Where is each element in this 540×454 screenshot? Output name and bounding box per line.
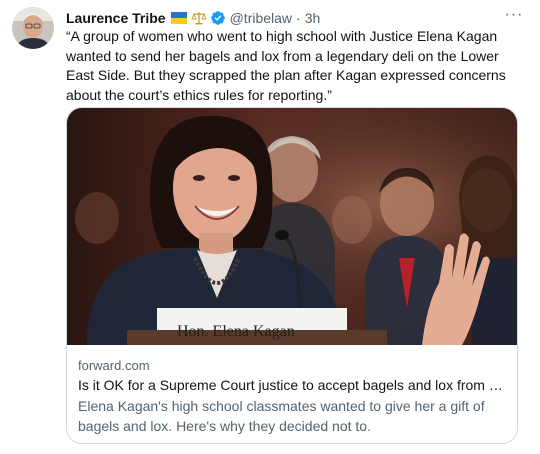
- ukraine-flag-icon: [170, 12, 187, 24]
- tweet-text: “A group of women who went to high schoo…: [66, 28, 506, 103]
- tweet-timestamp[interactable]: 3h: [305, 10, 321, 26]
- author-handle[interactable]: @tribelaw: [230, 10, 292, 26]
- avatar[interactable]: [12, 7, 54, 49]
- link-card-meta: forward.com Is it OK for a Supreme Court…: [78, 357, 507, 436]
- link-headline[interactable]: Is it OK for a Supreme Court justice to …: [78, 375, 507, 395]
- tweet-header: Laurence Tribe @tribelaw · 3h ···: [66, 6, 526, 28]
- avatar-photo: [12, 7, 54, 49]
- scales-of-justice-icon: [190, 12, 207, 25]
- more-icon[interactable]: ···: [502, 6, 526, 28]
- nameplate-text: Hon. Elena Kagan: [177, 323, 295, 340]
- link-card[interactable]: Hon. Elena Kagan forward.com Is it OK fo…: [66, 107, 518, 444]
- link-description: Elena Kagan's high school classmates wan…: [78, 398, 485, 434]
- link-domain: forward.com: [78, 358, 150, 373]
- link-card-image: Hon. Elena Kagan: [67, 108, 517, 345]
- separator-dot: ·: [296, 10, 301, 26]
- author-name[interactable]: Laurence Tribe: [66, 10, 166, 26]
- verified-badge-icon: [210, 11, 225, 25]
- tweet[interactable]: Laurence Tribe @tribelaw · 3h ··· “A gro…: [0, 0, 540, 454]
